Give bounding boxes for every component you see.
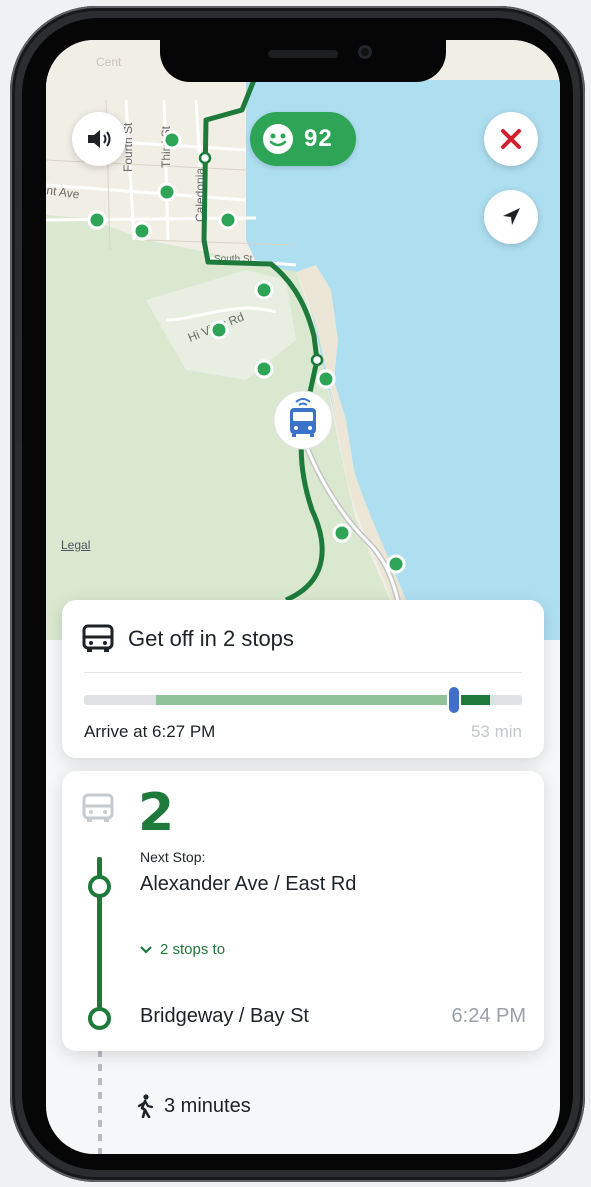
stop-marker[interactable]	[254, 359, 274, 379]
route-node	[310, 353, 324, 367]
close-button[interactable]	[484, 112, 538, 166]
progress-current-position	[449, 687, 459, 713]
walking-person-icon	[137, 1094, 154, 1118]
trip-duration: 53 min	[470, 722, 522, 741]
progress-traveled	[156, 695, 454, 705]
vehicle-marker[interactable]	[273, 390, 333, 450]
earpiece	[268, 50, 338, 58]
expand-stops-label: 2 stops to	[160, 941, 226, 958]
volume-up-button	[15, 250, 22, 336]
stop-marker[interactable]	[87, 210, 107, 230]
score-value: 92	[304, 125, 333, 152]
expand-stops-toggle[interactable]: 2 stops to	[140, 941, 225, 958]
walk-path-line	[98, 1050, 102, 1154]
trip-status-title: Get off in 2 stops	[128, 626, 294, 651]
trip-progress-bar	[84, 687, 522, 713]
divider	[84, 672, 522, 673]
stop-marker[interactable]	[316, 369, 336, 389]
progress-remaining	[456, 695, 490, 705]
close-x-icon	[501, 129, 521, 149]
speaker-icon	[88, 130, 111, 148]
destination-node	[88, 1007, 111, 1030]
stop-marker[interactable]	[132, 221, 152, 241]
route-number: 2	[138, 783, 175, 843]
front-camera	[358, 45, 372, 59]
app-screen: Fourth St Third St nt Ave Caledonia Sout…	[46, 40, 560, 1154]
stop-marker[interactable]	[157, 182, 177, 202]
destination-name: Bridgeway / Bay St	[140, 1005, 309, 1027]
trip-status-header: Get off in 2 stops	[82, 624, 294, 654]
trip-status-card[interactable]: Get off in 2 stops Arrive at 6:27 PM 53 …	[62, 600, 544, 758]
volume-down-button	[15, 358, 22, 444]
route-node	[198, 151, 212, 165]
score-pill[interactable]: 92	[250, 112, 356, 166]
stop-marker[interactable]	[209, 320, 229, 340]
street-label-cent: Cent	[96, 55, 122, 69]
next-stop-label: Next Stop:	[140, 849, 206, 865]
chevron-down-icon	[140, 945, 152, 954]
stop-marker[interactable]	[332, 523, 352, 543]
walk-duration: 3 minutes	[164, 1094, 251, 1117]
stop-marker[interactable]	[386, 554, 406, 574]
route-detail-card[interactable]: 2 Next Stop: Alexander Ave / East Rd 2 s…	[62, 771, 544, 1051]
stop-marker[interactable]	[162, 130, 182, 150]
legal-link[interactable]: Legal	[61, 538, 90, 552]
silent-switch	[15, 166, 22, 210]
bus-outline-icon	[82, 793, 114, 822]
destination-time: 6:24 PM	[451, 1005, 526, 1027]
next-stop-name: Alexander Ave / East Rd	[140, 873, 357, 895]
bus-icon	[82, 624, 114, 652]
stop-marker[interactable]	[218, 210, 238, 230]
smiley-face-icon	[263, 124, 293, 154]
stop-marker[interactable]	[254, 280, 274, 300]
locate-button[interactable]	[484, 190, 538, 244]
notch	[160, 40, 446, 82]
sound-button[interactable]	[72, 112, 126, 166]
location-arrow-icon	[503, 208, 520, 225]
next-stop-node	[88, 875, 111, 898]
arrival-time: Arrive at 6:27 PM	[84, 722, 216, 741]
walk-segment[interactable]: 3 minutes	[136, 1094, 251, 1118]
